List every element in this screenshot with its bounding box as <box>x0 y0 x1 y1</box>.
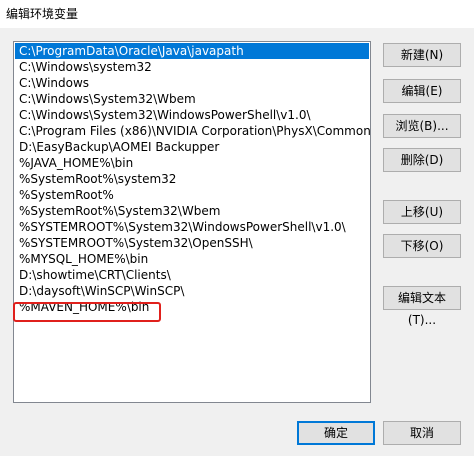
path-list-item[interactable]: D:\daysoft\WinSCP\WinSCP\ <box>15 283 369 299</box>
new-button[interactable]: 新建(N) <box>383 43 461 67</box>
path-list-item[interactable]: C:\ProgramData\Oracle\Java\javapath <box>15 43 369 59</box>
path-list-item[interactable]: D:\EasyBackup\AOMEI Backupper <box>15 139 369 155</box>
path-list-item[interactable]: C:\Windows <box>15 75 369 91</box>
path-list-item[interactable]: %SYSTEMROOT%\System32\WindowsPowerShell\… <box>15 219 369 235</box>
cancel-button[interactable]: 取消 <box>383 421 461 445</box>
edit-button[interactable]: 编辑(E) <box>383 79 461 103</box>
move-up-button[interactable]: 上移(U) <box>383 200 461 224</box>
delete-button[interactable]: 删除(D) <box>383 148 461 172</box>
path-list-item[interactable]: %SystemRoot%\System32\Wbem <box>15 203 369 219</box>
path-list-item[interactable]: D:\showtime\CRT\Clients\ <box>15 267 369 283</box>
path-list-item[interactable]: %MYSQL_HOME%\bin <box>15 251 369 267</box>
path-list-item[interactable]: %SystemRoot%\system32 <box>15 171 369 187</box>
move-down-button[interactable]: 下移(O) <box>383 234 461 258</box>
ok-button[interactable]: 确定 <box>297 421 375 445</box>
path-list-item[interactable]: %SYSTEMROOT%\System32\OpenSSH\ <box>15 235 369 251</box>
path-list-item[interactable]: %MAVEN_HOME%\bin <box>15 299 369 315</box>
path-list-item[interactable]: C:\Program Files (x86)\NVIDIA Corporatio… <box>15 123 371 139</box>
browse-button[interactable]: 浏览(B)... <box>383 114 461 138</box>
title-bar: 编辑环境变量 <box>0 0 474 28</box>
path-list-item[interactable]: C:\Windows\System32\WindowsPowerShell\v1… <box>15 107 369 123</box>
path-list-item[interactable]: %JAVA_HOME%\bin <box>15 155 369 171</box>
path-listbox[interactable]: C:\ProgramData\Oracle\Java\javapath C:\Wi… <box>13 41 371 403</box>
path-list-item[interactable]: %SystemRoot% <box>15 187 369 203</box>
window-title: 编辑环境变量 <box>6 7 79 21</box>
edit-text-button[interactable]: 编辑文本(T)... <box>383 286 461 327</box>
path-list-item[interactable]: C:\Windows\System32\Wbem <box>15 91 369 107</box>
path-list-item[interactable]: C:\Windows\system32 <box>15 59 369 75</box>
